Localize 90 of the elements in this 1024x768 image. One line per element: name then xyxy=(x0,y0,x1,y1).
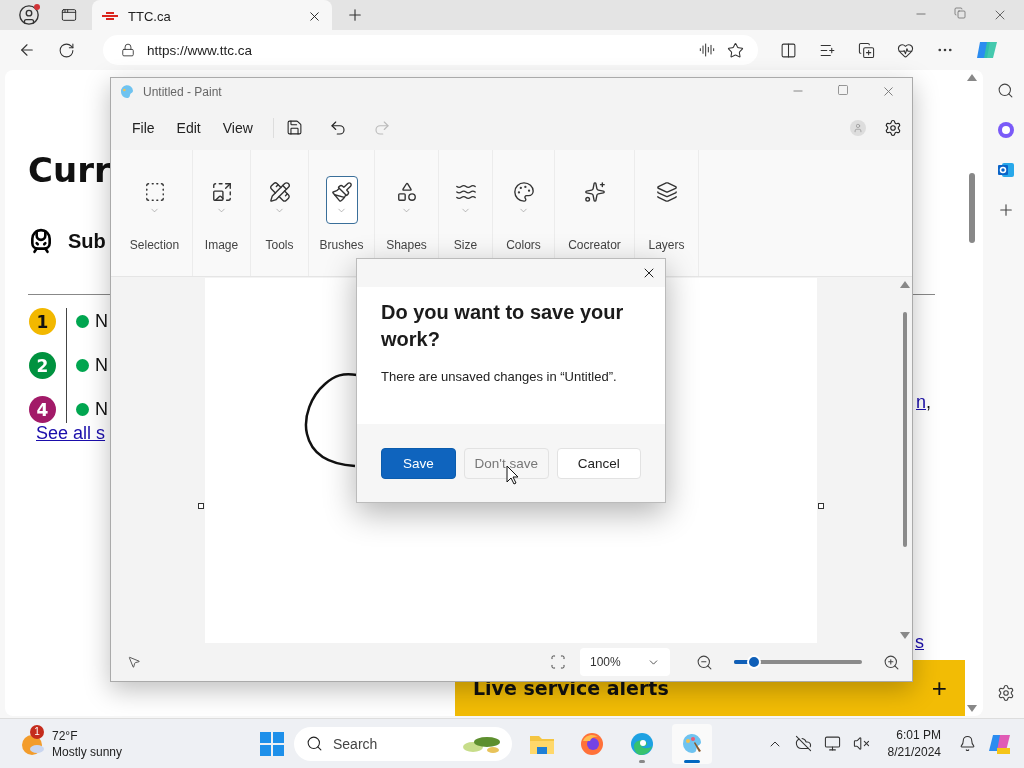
selection-icon xyxy=(143,180,166,203)
status-dot xyxy=(76,315,89,328)
search-icon xyxy=(306,735,323,752)
clock-date[interactable]: 8/21/2024 xyxy=(887,743,941,761)
search-input[interactable]: Search xyxy=(331,734,451,753)
site-logo-icon xyxy=(102,12,118,20)
layers-icon xyxy=(655,180,678,203)
menu-item[interactable]: View xyxy=(214,113,261,142)
profile-avatar-icon[interactable] xyxy=(18,4,40,26)
dialog-button[interactable]: Don't save xyxy=(464,447,549,479)
weather-condition-text: Mostly sunny xyxy=(52,743,123,760)
clock-time[interactable]: 6:01 PM xyxy=(896,726,941,744)
line-name: N xyxy=(95,355,108,376)
menu-item[interactable]: Edit xyxy=(168,113,209,142)
tab-actions-icon[interactable] xyxy=(61,7,77,23)
shapes-icon xyxy=(395,180,418,203)
dialog-button[interactable]: Save xyxy=(381,447,456,479)
alert-title: Live service alerts xyxy=(473,677,669,699)
pencil-ruler-icon xyxy=(268,180,291,203)
paintbrush-icon xyxy=(330,180,353,203)
tab-title: TTC.ca xyxy=(128,8,172,24)
taskbar-app-button[interactable] xyxy=(672,723,712,764)
palette-icon xyxy=(512,180,535,203)
dialog-message: There are unsaved changes in “Untitled”. xyxy=(381,369,618,384)
temperature-text: 72°F xyxy=(52,727,79,744)
dialog-title: Do you want to save your work? xyxy=(381,300,625,352)
status-dot xyxy=(76,403,89,416)
heart-pulse-icon[interactable] xyxy=(897,41,914,59)
text-link[interactable]: s xyxy=(915,632,924,653)
monitor-icon[interactable] xyxy=(823,735,841,752)
cursor-position-icon xyxy=(127,655,141,670)
cloud-off-icon[interactable] xyxy=(794,735,812,752)
notification-dot-icon xyxy=(34,4,40,10)
image-resize-icon xyxy=(210,180,233,203)
undo-icon[interactable] xyxy=(328,118,347,137)
search-icon[interactable] xyxy=(997,82,1014,99)
ribbon-tool[interactable]: Tools xyxy=(251,149,309,277)
browser-tab[interactable]: TTC.ca xyxy=(92,0,332,32)
see-all-link[interactable]: See all s xyxy=(36,423,106,443)
volume-muted-icon[interactable] xyxy=(852,735,870,752)
refresh-icon[interactable] xyxy=(58,41,75,59)
paint-app-icon xyxy=(119,83,135,100)
line-number-badge: 1 xyxy=(29,308,56,335)
paint-app-icon xyxy=(680,731,704,756)
notification-badge: 1 xyxy=(30,724,44,739)
ribbon-tool[interactable]: Image xyxy=(193,149,251,277)
save-icon[interactable] xyxy=(285,119,303,137)
ribbon-tool[interactable]: Selection xyxy=(117,149,193,277)
window-title: Untitled - Paint xyxy=(143,84,223,99)
address-bar[interactable]: https://www.ttc.ca xyxy=(103,35,758,65)
copilot-sidebar-icon[interactable] xyxy=(996,121,1015,139)
favorite-star-icon[interactable] xyxy=(727,41,744,59)
collections-icon[interactable] xyxy=(858,41,875,59)
person-icon xyxy=(853,122,863,133)
page-heading: Curr xyxy=(28,150,112,190)
status-dot xyxy=(76,359,89,372)
settings-icon[interactable] xyxy=(996,684,1015,702)
new-tab-icon[interactable] xyxy=(346,6,364,24)
line-name: N xyxy=(95,399,108,420)
zoom-out-icon[interactable] xyxy=(696,653,713,671)
settings-icon[interactable] xyxy=(884,118,902,137)
read-aloud-icon[interactable] xyxy=(699,42,715,58)
start-button[interactable] xyxy=(260,731,284,756)
lock-icon xyxy=(121,43,135,57)
zoom-dropdown[interactable]: 100% xyxy=(580,648,670,677)
bell-icon[interactable] xyxy=(959,735,976,752)
maximize-icon[interactable] xyxy=(837,84,849,97)
line-number-badge: 4 xyxy=(29,396,56,423)
zoom-in-icon[interactable] xyxy=(883,653,900,671)
slider-thumb[interactable] xyxy=(747,655,762,670)
edge-icon xyxy=(630,731,654,756)
menu-item[interactable]: File xyxy=(124,113,163,142)
resize-handle[interactable] xyxy=(818,503,824,510)
dialog-button[interactable]: Cancel xyxy=(556,447,641,479)
section-title: Sub xyxy=(68,229,106,253)
sparkles-icon xyxy=(583,180,606,203)
punctuation-text: , xyxy=(926,392,932,413)
split-screen-icon[interactable] xyxy=(780,41,797,59)
text-link[interactable]: n xyxy=(916,392,926,413)
outlook-icon[interactable] xyxy=(996,161,1015,179)
subway-train-icon xyxy=(28,228,54,254)
back-icon[interactable] xyxy=(18,41,36,59)
expand-button[interactable]: + xyxy=(931,672,947,704)
firefox-icon xyxy=(580,731,604,756)
copilot-icon[interactable] xyxy=(976,39,998,61)
line-name: N xyxy=(95,311,108,332)
resize-handle[interactable] xyxy=(198,503,204,510)
line-number-badge: 2 xyxy=(29,352,56,379)
taskbar-search[interactable]: Search xyxy=(294,726,512,761)
url-text: https://www.ttc.ca xyxy=(147,42,254,58)
